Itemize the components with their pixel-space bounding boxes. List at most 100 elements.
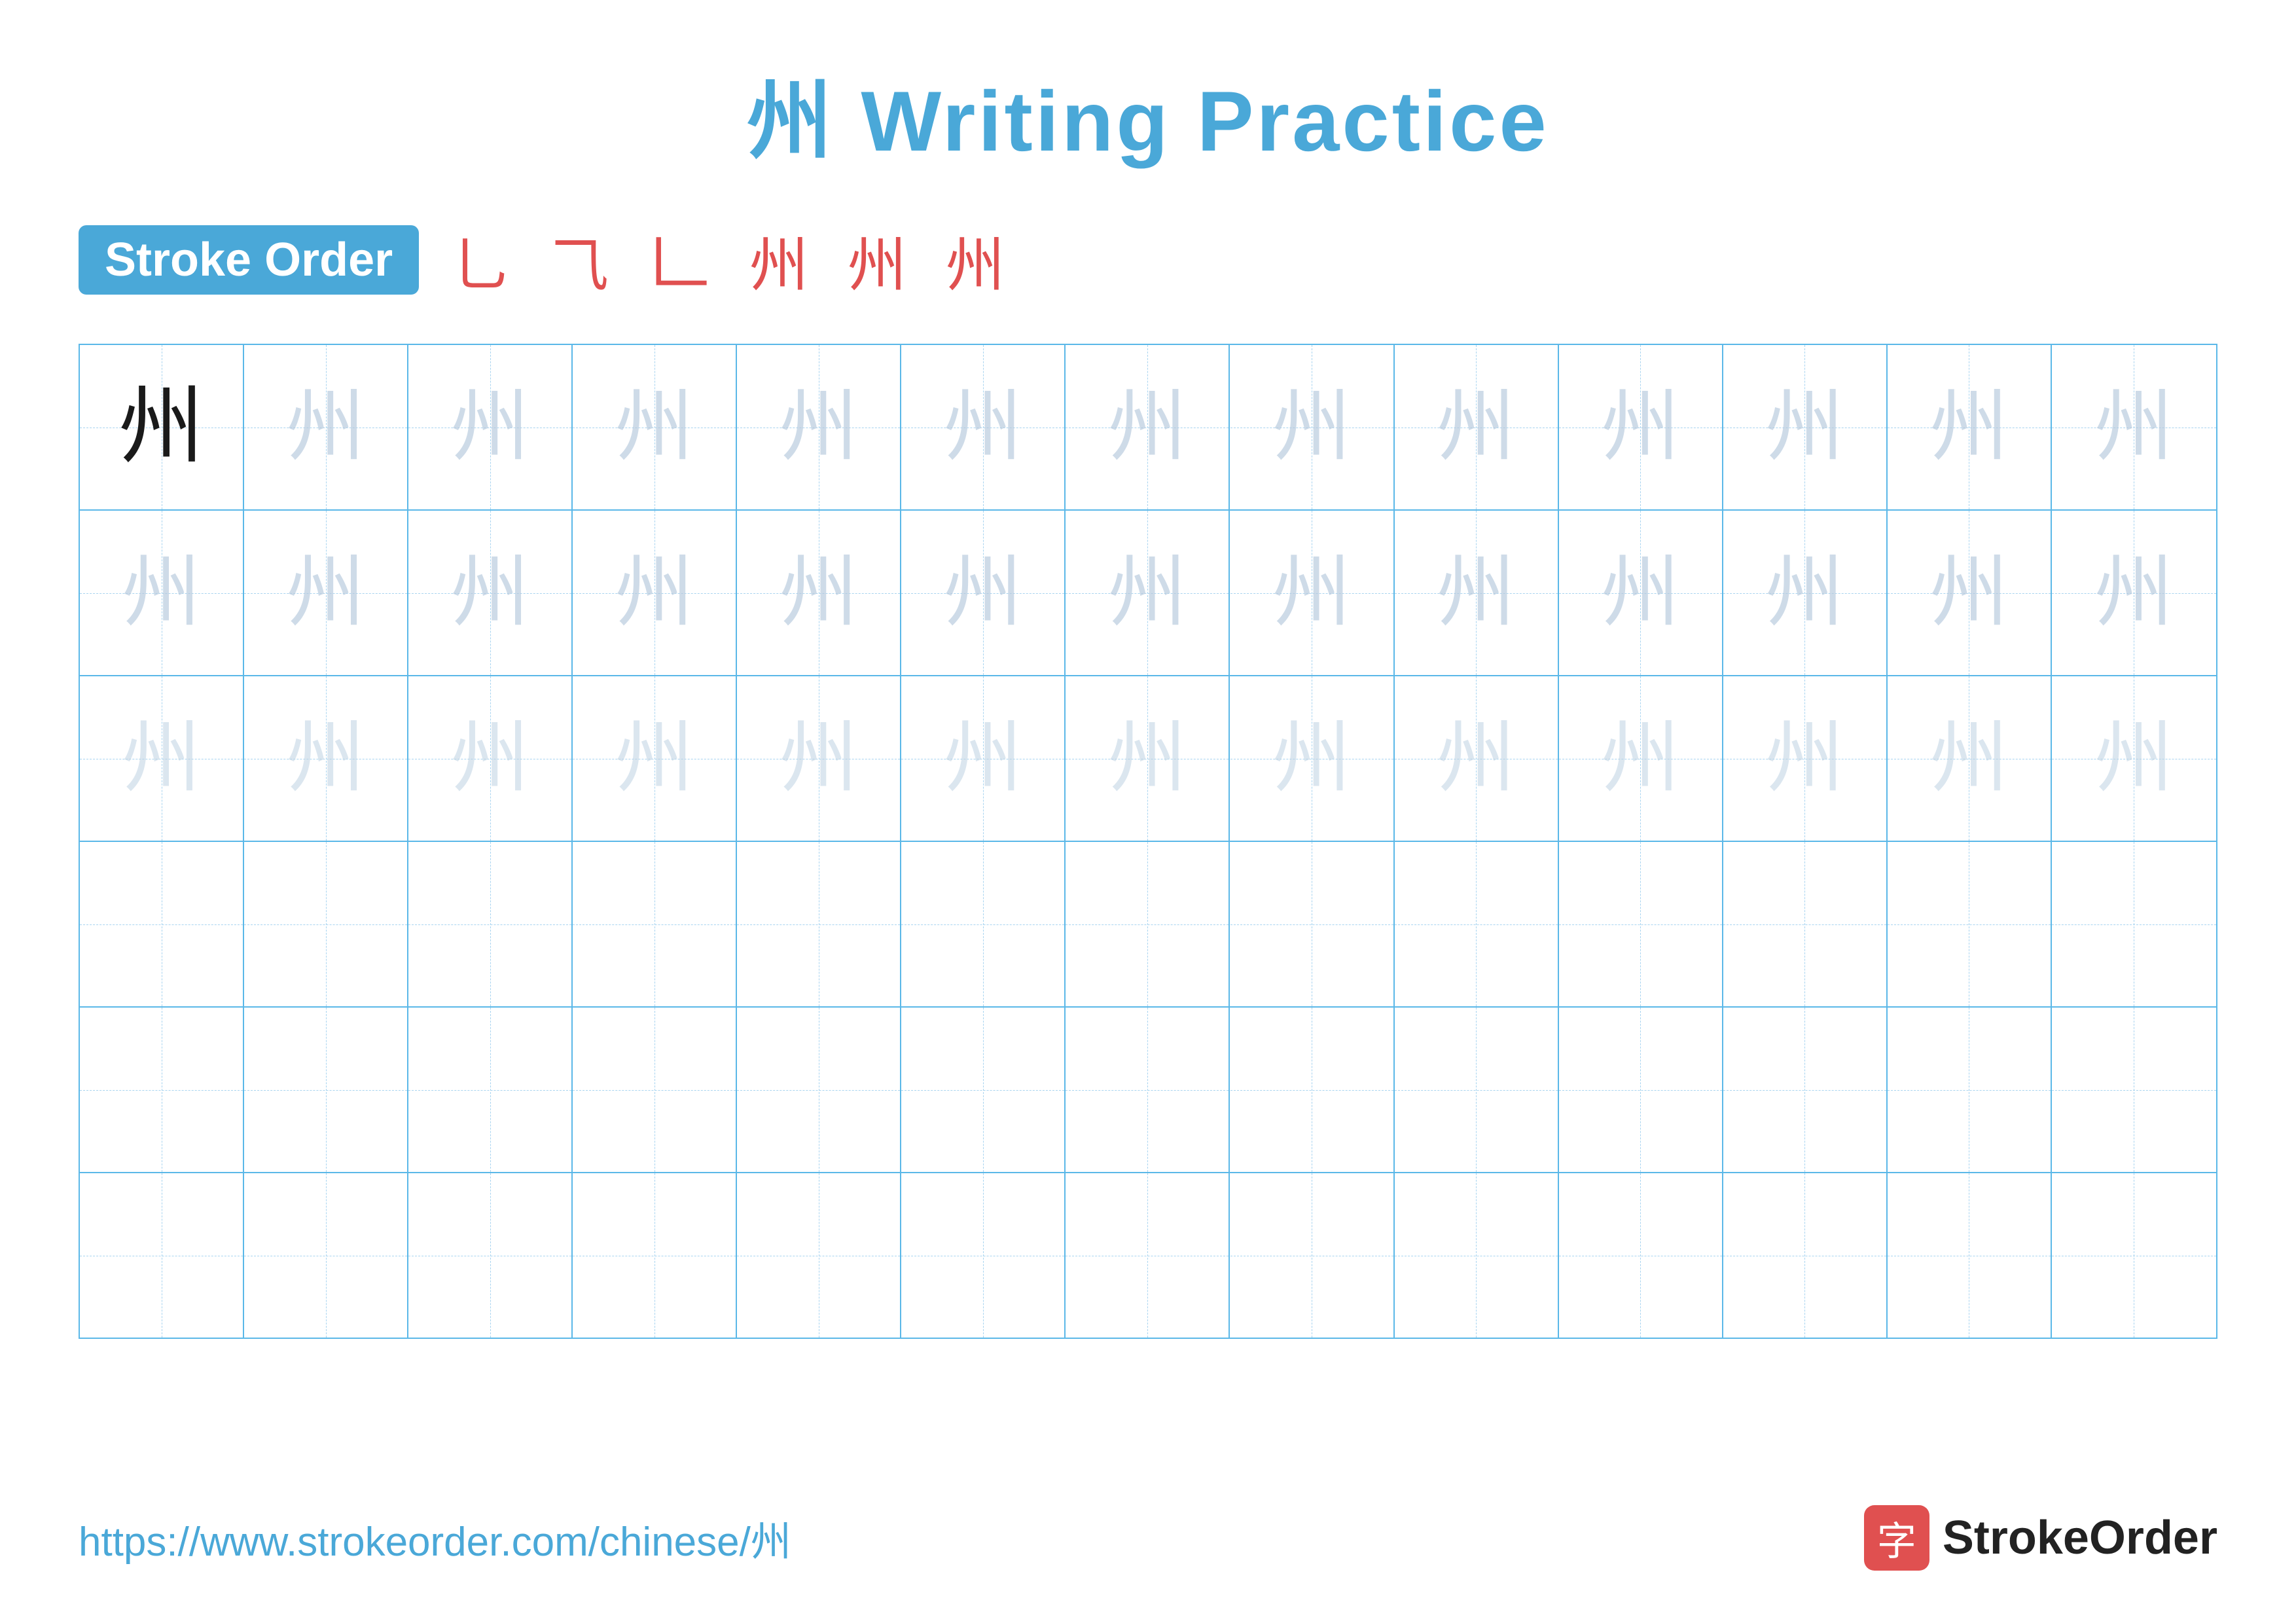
grid-cell-r3-c2: 州 <box>244 676 408 841</box>
grid-cell-r5-c10[interactable] <box>1559 1008 1723 1172</box>
stroke-steps: ⺃ ⺄ 𠃊 州 州 州 <box>452 215 1005 304</box>
grid-cell-r3-c13: 州 <box>2052 676 2216 841</box>
grid-cell-r3-c12: 州 <box>1888 676 2052 841</box>
grid-cell-r6-c9[interactable] <box>1395 1173 1559 1338</box>
grid-cell-r5-c8[interactable] <box>1230 1008 1395 1172</box>
grid-cell-r3-c1: 州 <box>80 676 244 841</box>
stroke-order-badge: Stroke Order <box>79 225 419 295</box>
grid-cell-r4-c1[interactable] <box>80 842 244 1006</box>
grid-cell-r4-c5[interactable] <box>737 842 901 1006</box>
grid-cell-r2-c3: 州 <box>408 511 573 675</box>
stroke-order-row: Stroke Order ⺃ ⺄ 𠃊 州 州 州 <box>79 215 2217 304</box>
stroke-step-6: 州 <box>946 217 1005 302</box>
grid-cell-r6-c11[interactable] <box>1723 1173 1888 1338</box>
grid-cell-r5-c13[interactable] <box>2052 1008 2216 1172</box>
page: 州 Writing Practice Stroke Order ⺃ ⺄ 𠃊 州 … <box>0 0 2296 1623</box>
grid-cell-r6-c1[interactable] <box>80 1173 244 1338</box>
grid-cell-r3-c6: 州 <box>901 676 1066 841</box>
stroke-step-3: 𠃊 <box>648 215 710 304</box>
grid-cell-r4-c2[interactable] <box>244 842 408 1006</box>
grid-cell-r4-c4[interactable] <box>573 842 737 1006</box>
grid-cell-r6-c6[interactable] <box>901 1173 1066 1338</box>
grid-cell-r4-c11[interactable] <box>1723 842 1888 1006</box>
grid-cell-r2-c11: 州 <box>1723 511 1888 675</box>
footer-logo-text: StrokeOrder <box>1943 1511 2217 1565</box>
grid-cell-r6-c2[interactable] <box>244 1173 408 1338</box>
grid-cell-r2-c9: 州 <box>1395 511 1559 675</box>
grid-cell-r4-c6[interactable] <box>901 842 1066 1006</box>
grid-cell-r5-c3[interactable] <box>408 1008 573 1172</box>
grid-cell-r5-c11[interactable] <box>1723 1008 1888 1172</box>
grid-cell-r2-c13: 州 <box>2052 511 2216 675</box>
grid-cell-r5-c5[interactable] <box>737 1008 901 1172</box>
stroke-step-1: ⺃ <box>452 217 511 302</box>
grid-cell-r4-c10[interactable] <box>1559 842 1723 1006</box>
grid-cell-r6-c4[interactable] <box>573 1173 737 1338</box>
grid-cell-r5-c9[interactable] <box>1395 1008 1559 1172</box>
grid-cell-r1-c13: 州 <box>2052 345 2216 509</box>
grid-cell-r2-c7: 州 <box>1066 511 1230 675</box>
stroke-step-5: 州 <box>848 217 906 302</box>
grid-cell-r4-c12[interactable] <box>1888 842 2052 1006</box>
grid-cell-r3-c9: 州 <box>1395 676 1559 841</box>
grid-row-5 <box>80 1008 2216 1173</box>
grid-cell-r1-c8: 州 <box>1230 345 1395 509</box>
grid-cell-r2-c2: 州 <box>244 511 408 675</box>
title-area: 州 Writing Practice <box>79 52 2217 175</box>
grid-cell-r2-c4: 州 <box>573 511 737 675</box>
grid-cell-r1-c1: 州 <box>80 345 244 509</box>
grid-cell-r5-c4[interactable] <box>573 1008 737 1172</box>
grid-row-2: 州 州 州 州 州 州 州 州 州 州 州 州 州 <box>80 511 2216 676</box>
grid-cell-r3-c10: 州 <box>1559 676 1723 841</box>
footer-url[interactable]: https://www.strokeorder.com/chinese/州 <box>79 1508 791 1567</box>
title-text: Writing Practice <box>861 73 1549 169</box>
grid-cell-r6-c10[interactable] <box>1559 1173 1723 1338</box>
grid-cell-r1-c6: 州 <box>901 345 1066 509</box>
char-solid: 州 <box>118 385 204 470</box>
grid-cell-r1-c9: 州 <box>1395 345 1559 509</box>
grid-cell-r3-c3: 州 <box>408 676 573 841</box>
grid-cell-r5-c6[interactable] <box>901 1008 1066 1172</box>
grid-cell-r1-c12: 州 <box>1888 345 2052 509</box>
grid-cell-r6-c5[interactable] <box>737 1173 901 1338</box>
grid-cell-r6-c13[interactable] <box>2052 1173 2216 1338</box>
grid-cell-r2-c12: 州 <box>1888 511 2052 675</box>
grid-cell-r3-c7: 州 <box>1066 676 1230 841</box>
grid-cell-r2-c1: 州 <box>80 511 244 675</box>
grid-cell-r1-c11: 州 <box>1723 345 1888 509</box>
grid-cell-r3-c4: 州 <box>573 676 737 841</box>
grid-cell-r1-c2: 州 <box>244 345 408 509</box>
grid-cell-r1-c3: 州 <box>408 345 573 509</box>
grid-cell-r6-c12[interactable] <box>1888 1173 2052 1338</box>
grid-cell-r1-c10: 州 <box>1559 345 1723 509</box>
grid-cell-r3-c11: 州 <box>1723 676 1888 841</box>
grid-cell-r6-c3[interactable] <box>408 1173 573 1338</box>
grid-cell-r2-c10: 州 <box>1559 511 1723 675</box>
grid-cell-r4-c8[interactable] <box>1230 842 1395 1006</box>
grid-cell-r4-c3[interactable] <box>408 842 573 1006</box>
grid-row-6 <box>80 1173 2216 1338</box>
grid-cell-r6-c8[interactable] <box>1230 1173 1395 1338</box>
grid-row-1: 州 州 州 州 州 州 州 州 州 州 州 州 州 <box>80 345 2216 511</box>
practice-grid: 州 州 州 州 州 州 州 州 州 州 州 州 州 州 州 州 州 州 州 州 … <box>79 344 2217 1339</box>
grid-cell-r4-c7[interactable] <box>1066 842 1230 1006</box>
grid-cell-r2-c5: 州 <box>737 511 901 675</box>
grid-cell-r3-c5: 州 <box>737 676 901 841</box>
grid-row-3: 州 州 州 州 州 州 州 州 州 州 州 州 州 <box>80 676 2216 842</box>
footer-logo: 字 StrokeOrder <box>1864 1505 2217 1571</box>
grid-cell-r5-c12[interactable] <box>1888 1008 2052 1172</box>
grid-cell-r4-c13[interactable] <box>2052 842 2216 1006</box>
grid-cell-r5-c1[interactable] <box>80 1008 244 1172</box>
grid-cell-r2-c6: 州 <box>901 511 1066 675</box>
grid-row-4 <box>80 842 2216 1008</box>
grid-cell-r5-c7[interactable] <box>1066 1008 1230 1172</box>
title-char: 州 <box>747 73 834 169</box>
stroke-step-4: 州 <box>749 217 808 302</box>
page-title: 州 Writing Practice <box>747 73 1549 169</box>
grid-cell-r6-c7[interactable] <box>1066 1173 1230 1338</box>
grid-cell-r5-c2[interactable] <box>244 1008 408 1172</box>
stroke-step-2: ⺄ <box>550 217 609 302</box>
strokeorder-logo-icon: 字 <box>1864 1505 1929 1571</box>
grid-cell-r4-c9[interactable] <box>1395 842 1559 1006</box>
grid-cell-r3-c8: 州 <box>1230 676 1395 841</box>
